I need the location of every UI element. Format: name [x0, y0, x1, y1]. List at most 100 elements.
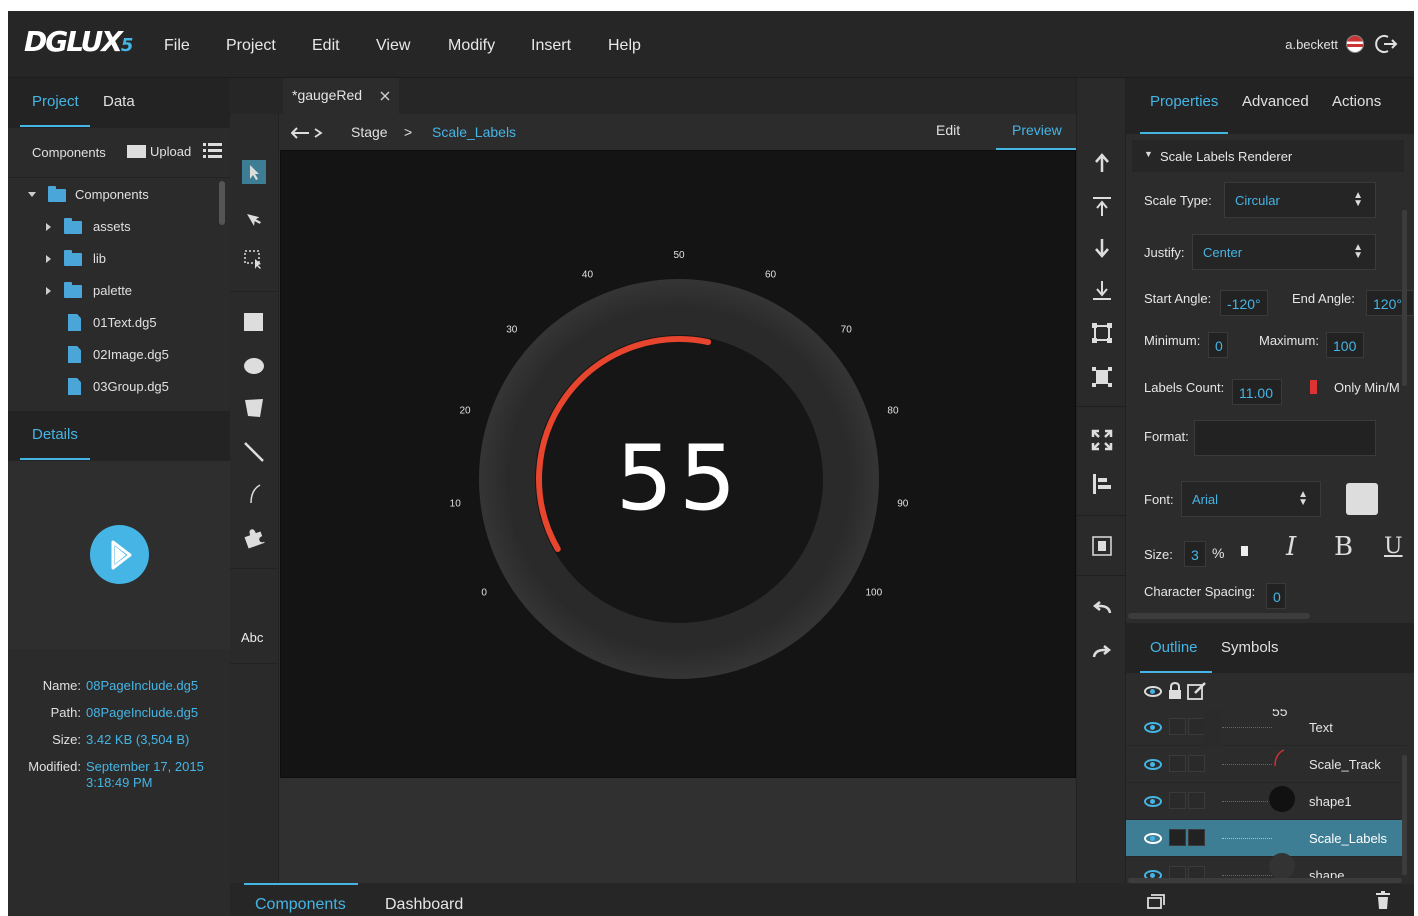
upload-button[interactable]: Upload	[127, 142, 197, 162]
back-forward-icon[interactable]	[291, 125, 327, 141]
edit-mode-button[interactable]: Edit	[936, 122, 960, 138]
outline-row-scale-labels[interactable]: Scale_Labels	[1126, 820, 1406, 857]
edit-checkbox[interactable]	[1188, 829, 1205, 846]
eye-icon[interactable]	[1144, 686, 1162, 697]
ungroup-icon[interactable]	[1090, 365, 1114, 389]
send-backward-icon[interactable]	[1090, 236, 1114, 260]
eye-icon[interactable]	[1144, 722, 1162, 733]
start-angle-input[interactable]: -120°	[1220, 290, 1268, 316]
bring-forward-icon[interactable]	[1090, 151, 1114, 175]
properties-scrollbar[interactable]	[1402, 210, 1407, 386]
tab-data[interactable]: Data	[103, 93, 135, 110]
fit-to-screen-icon[interactable]	[1090, 428, 1114, 452]
menu-help[interactable]: Help	[608, 37, 641, 55]
breadcrumb-stage[interactable]: Stage	[351, 124, 388, 140]
minimum-input[interactable]: 0	[1208, 332, 1228, 358]
tree-item-components[interactable]: Components	[8, 179, 220, 211]
outline-row-text[interactable]: 55 Text	[1126, 709, 1406, 746]
tab-properties[interactable]: Properties	[1150, 93, 1218, 110]
play-button[interactable]	[90, 525, 149, 584]
properties-hscrollbar[interactable]	[1128, 613, 1310, 619]
direct-select-tool[interactable]	[242, 206, 266, 230]
menu-edit[interactable]: Edit	[312, 37, 340, 55]
lock-checkbox[interactable]	[1169, 829, 1186, 846]
breadcrumb-current[interactable]: Scale_Labels	[432, 124, 516, 140]
expand-icon[interactable]	[46, 223, 51, 231]
edit-checkbox[interactable]	[1188, 718, 1205, 735]
tree-scrollbar[interactable]	[219, 181, 225, 225]
group-icon[interactable]	[1090, 321, 1114, 345]
redo-icon[interactable]	[1090, 640, 1114, 664]
only-minmax-checkbox[interactable]	[1310, 380, 1317, 394]
line-tool[interactable]	[242, 440, 266, 464]
labels-count-input[interactable]: 11.00	[1232, 379, 1282, 405]
bold-button[interactable]: B	[1334, 532, 1353, 562]
user-name[interactable]: a.beckett	[1285, 37, 1338, 52]
lock-checkbox[interactable]	[1169, 718, 1186, 735]
lock-icon[interactable]	[1167, 681, 1183, 701]
tree-item-lib[interactable]: lib	[8, 243, 220, 275]
send-to-back-icon[interactable]	[1090, 278, 1114, 302]
scale-type-select[interactable]: Circular ▲ ▼	[1224, 182, 1376, 218]
rectangle-tool[interactable]	[242, 310, 266, 334]
logout-icon[interactable]	[1374, 33, 1398, 55]
format-input[interactable]	[1194, 420, 1376, 456]
italic-button[interactable]: I	[1286, 532, 1296, 562]
menu-view[interactable]: View	[376, 37, 410, 55]
preview-mode-button[interactable]: Preview	[1012, 122, 1062, 138]
maximum-input[interactable]: 100	[1326, 332, 1364, 358]
duplicate-icon[interactable]	[1146, 892, 1166, 910]
section-header[interactable]: ▼ Scale Labels Renderer	[1132, 140, 1404, 172]
select-tool[interactable]	[242, 160, 266, 184]
lock-checkbox[interactable]	[1169, 792, 1186, 809]
text-tool[interactable]: Abc	[241, 630, 263, 645]
tab-advanced[interactable]: Advanced	[1242, 93, 1309, 110]
size-input[interactable]: 3	[1184, 541, 1206, 567]
eye-icon[interactable]	[1144, 833, 1162, 844]
polygon-tool[interactable]	[242, 396, 266, 420]
expand-icon[interactable]	[46, 255, 51, 263]
align-left-icon[interactable]	[1090, 472, 1114, 496]
outline-scrollbar[interactable]	[1402, 755, 1407, 875]
tab-project[interactable]: Project	[32, 93, 79, 110]
justify-select[interactable]: Center ▲ ▼	[1192, 234, 1376, 270]
close-icon[interactable]	[379, 90, 391, 102]
distribute-icon[interactable]	[1090, 534, 1114, 558]
tab-details[interactable]: Details	[32, 426, 78, 443]
tab-symbols[interactable]: Symbols	[1221, 639, 1279, 656]
stage-canvas[interactable]: 0 10 20 30 40 50 60 70 80 90 100 55	[280, 150, 1076, 778]
size-unit[interactable]: %	[1212, 545, 1224, 561]
font-color-swatch[interactable]	[1346, 483, 1378, 515]
edit-checkbox[interactable]	[1188, 755, 1205, 772]
tree-item-01text[interactable]: 01Text.dg5	[8, 307, 220, 339]
component-tool[interactable]	[242, 525, 266, 549]
tab-outline[interactable]: Outline	[1150, 639, 1198, 656]
lock-checkbox[interactable]	[1169, 755, 1186, 772]
list-view-icon[interactable]	[203, 142, 223, 160]
expand-icon[interactable]	[46, 287, 51, 295]
edit-checkbox[interactable]	[1188, 792, 1205, 809]
font-select[interactable]: Arial ▲ ▼	[1181, 481, 1321, 517]
tree-item-assets[interactable]: assets	[8, 211, 220, 243]
eye-icon[interactable]	[1144, 759, 1162, 770]
flag-icon[interactable]	[1346, 35, 1364, 53]
outline-row-scale-track[interactable]: Scale_Track	[1126, 746, 1406, 783]
collapse-icon[interactable]	[28, 192, 36, 197]
eye-icon[interactable]	[1144, 796, 1162, 807]
tab-dashboard[interactable]: Dashboard	[385, 896, 463, 914]
tab-actions[interactable]: Actions	[1332, 93, 1381, 110]
tree-item-palette[interactable]: palette	[8, 275, 220, 307]
tree-item-03group[interactable]: 03Group.dg5	[8, 371, 220, 403]
doc-tab[interactable]: *gaugeRed	[283, 78, 399, 114]
underline-button[interactable]: U	[1384, 534, 1403, 559]
outline-hscrollbar[interactable]	[1128, 878, 1402, 883]
menu-file[interactable]: File	[164, 37, 190, 55]
undo-icon[interactable]	[1090, 596, 1114, 620]
tree-item-02image[interactable]: 02Image.dg5	[8, 339, 220, 371]
outline-row-shape1[interactable]: shape1	[1126, 783, 1406, 820]
bring-to-front-icon[interactable]	[1090, 194, 1114, 218]
size-unit-dropdown[interactable]	[1241, 546, 1248, 556]
tab-components[interactable]: Components	[255, 896, 346, 914]
char-spacing-input[interactable]: 0	[1266, 583, 1286, 609]
menu-project[interactable]: Project	[226, 37, 276, 55]
